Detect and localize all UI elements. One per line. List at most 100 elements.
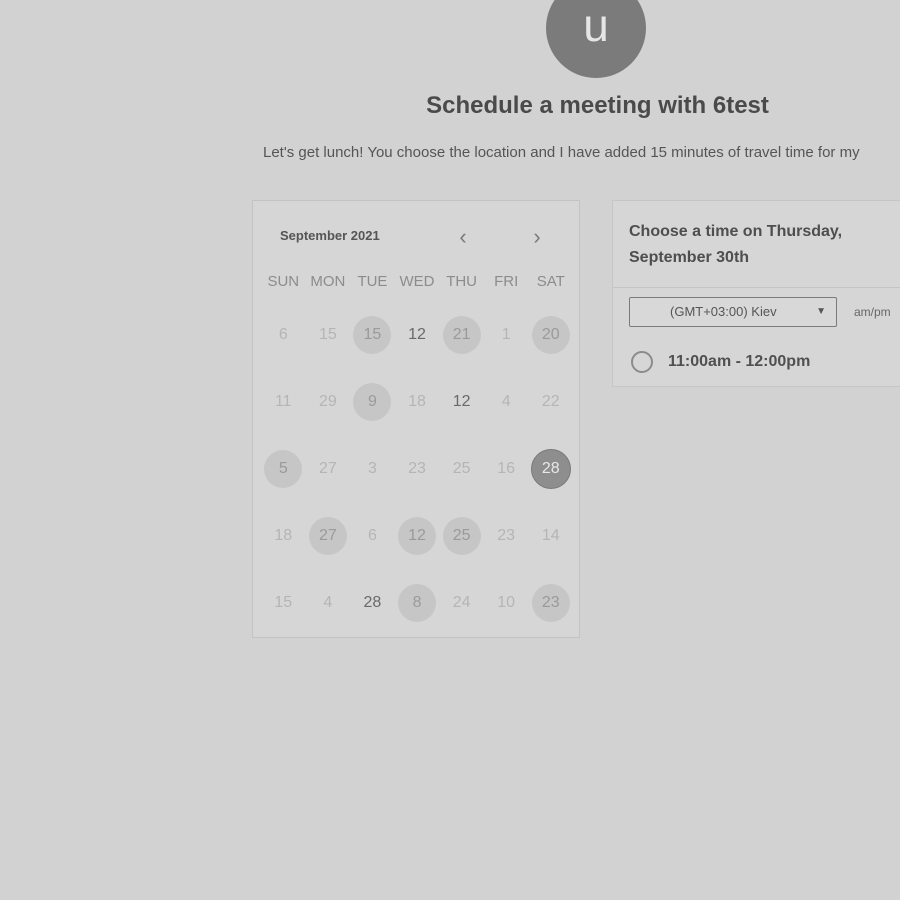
calendar-day[interactable]: 29: [306, 383, 351, 421]
calendar-day-number: 6: [278, 325, 288, 343]
calendar-day[interactable]: 12: [439, 383, 484, 421]
time-slot[interactable]: 11:00am - 12:00pm: [631, 347, 810, 377]
weekday-label: SUN: [267, 273, 300, 290]
calendar-day-number: 6: [367, 526, 377, 544]
calendar-day-selected[interactable]: 28: [528, 448, 573, 489]
calendar-day[interactable]: 15: [306, 316, 351, 354]
calendar-day[interactable]: 25: [439, 516, 484, 555]
calendar-week: 5 27 3 23 25 16 28: [261, 435, 573, 502]
calendar-day[interactable]: 8: [395, 583, 440, 622]
weekday-label: WED: [399, 273, 435, 290]
calendar-day[interactable]: 14: [528, 517, 573, 555]
chevron-right-icon[interactable]: ›: [525, 225, 549, 249]
calendar-day-number: 12: [452, 392, 471, 410]
calendar-day[interactable]: 23: [528, 583, 573, 622]
calendar-week: 18 27 6 12 25 23 14: [261, 502, 573, 569]
calendar-day[interactable]: 5: [261, 449, 306, 488]
calendar-day-number: 4: [323, 593, 333, 611]
calendar-day-number: 23: [497, 526, 516, 544]
time-picker-card: Choose a time on Thursday, September 30t…: [612, 200, 900, 387]
calendar-day-number: 27: [308, 516, 347, 555]
calendar-day[interactable]: 24: [439, 584, 484, 622]
page-title: Schedule a meeting with 6test: [426, 92, 769, 119]
calendar-week: 15 4 28 8 24 10 23: [261, 569, 573, 636]
calendar-day-number: 1: [501, 325, 511, 343]
calendar-day[interactable]: 1: [484, 316, 529, 354]
calendar-day[interactable]: 4: [484, 383, 529, 421]
calendar-day-number: 29: [318, 392, 337, 410]
calendar-day-number: 8: [398, 583, 437, 622]
radio-button[interactable]: [631, 351, 653, 373]
calendar-day[interactable]: 16: [484, 450, 529, 488]
calendar-day[interactable]: 27: [306, 516, 351, 555]
time-slot-label: 11:00am - 12:00pm: [668, 353, 811, 370]
calendar-day-number: 12: [398, 516, 437, 555]
calendar-day[interactable]: 18: [261, 517, 306, 555]
calendar-day-number: 20: [531, 315, 570, 354]
calendar-day-number: 5: [264, 449, 303, 488]
calendar-day-number: 9: [353, 382, 392, 421]
calendar-day[interactable]: 23: [484, 517, 529, 555]
calendar-day-number: 22: [541, 392, 560, 410]
calendar-day-number: 15: [318, 325, 337, 343]
calendar-day[interactable]: 27: [306, 450, 351, 488]
calendar-day-number: 18: [274, 526, 293, 544]
avatar: u: [546, 0, 646, 78]
calendar-day-number: 16: [497, 459, 516, 477]
calendar-day-number: 15: [274, 593, 293, 611]
calendar-day[interactable]: 11: [261, 383, 306, 421]
calendar-day[interactable]: 9: [350, 382, 395, 421]
calendar-grid: 6 15 15 12 21 1 20 11 29 9 18 12 4 22 5 27 3 23 25 16 28 18 27…: [261, 301, 573, 636]
calendar-day-number: 10: [497, 593, 516, 611]
calendar-week: 11 29 9 18 12 4 22: [261, 368, 573, 435]
calendar-day[interactable]: 15: [350, 315, 395, 354]
calendar-day[interactable]: 15: [261, 584, 306, 622]
calendar-day-number: 27: [318, 459, 337, 477]
calendar-day-number: 18: [408, 392, 426, 410]
calendar-day-number: 23: [408, 459, 426, 477]
calendar-day-number: 21: [442, 315, 481, 354]
calendar-day[interactable]: 18: [395, 383, 440, 421]
calendar-day[interactable]: 22: [528, 383, 573, 421]
calendar-day[interactable]: 20: [528, 315, 573, 354]
calendar-day[interactable]: 12: [395, 316, 440, 354]
weekday-label: MON: [310, 273, 346, 290]
calendar-day[interactable]: 23: [395, 450, 440, 488]
page-description: Let's get lunch! You choose the location…: [263, 144, 860, 161]
calendar-day[interactable]: 6: [261, 316, 306, 354]
caret-down-icon: ▼: [816, 306, 826, 317]
timezone-value: (GMT+03:00) Kiev: [670, 304, 777, 319]
calendar-day[interactable]: 28: [350, 584, 395, 622]
calendar-day-number: 23: [531, 583, 570, 622]
calendar-day-number: 24: [452, 593, 471, 611]
calendar-card: September 2021 ‹ › SUN MON TUE WED THU FRI SAT…: [252, 200, 580, 638]
calendar-day-number: 3: [367, 459, 377, 477]
time-picker-heading: Choose a time on Thursday, September 30t…: [629, 223, 843, 266]
calendar-day[interactable]: 10: [484, 584, 529, 622]
calendar-day-number: 14: [541, 526, 560, 544]
calendar-day[interactable]: 21: [439, 315, 484, 354]
weekday-label: SAT: [536, 273, 565, 290]
weekday-label: TUE: [357, 273, 388, 290]
chevron-left-icon[interactable]: ‹: [451, 225, 475, 249]
calendar-week: 6 15 15 12 21 1 20: [261, 301, 573, 368]
calendar-day[interactable]: 6: [350, 517, 395, 555]
calendar-day-number: 25: [442, 516, 481, 555]
calendar-day-number: 25: [452, 459, 471, 477]
scheduling-page: u Schedule a meeting with 6test Let's ge…: [0, 0, 900, 900]
calendar-day[interactable]: 25: [439, 450, 484, 488]
weekday-label: FRI: [494, 273, 519, 290]
timezone-select[interactable]: (GMT+03:00) Kiev ▼: [629, 297, 837, 327]
calendar-day-number: 28: [363, 593, 382, 611]
calendar-day-number: 28: [530, 448, 571, 489]
calendar-day[interactable]: 4: [306, 584, 351, 622]
calendar-day[interactable]: 3: [350, 450, 395, 488]
divider: [613, 287, 900, 288]
calendar-day[interactable]: 12: [395, 516, 440, 555]
calendar-day-number: 15: [353, 315, 392, 354]
calendar-day-number: 4: [501, 392, 511, 410]
weekday-header: SUN MON TUE WED THU FRI SAT: [261, 273, 573, 290]
weekday-label: THU: [446, 273, 478, 290]
calendar-day-number: 11: [274, 392, 292, 410]
time-format-toggle[interactable]: am/pm: [854, 305, 891, 319]
